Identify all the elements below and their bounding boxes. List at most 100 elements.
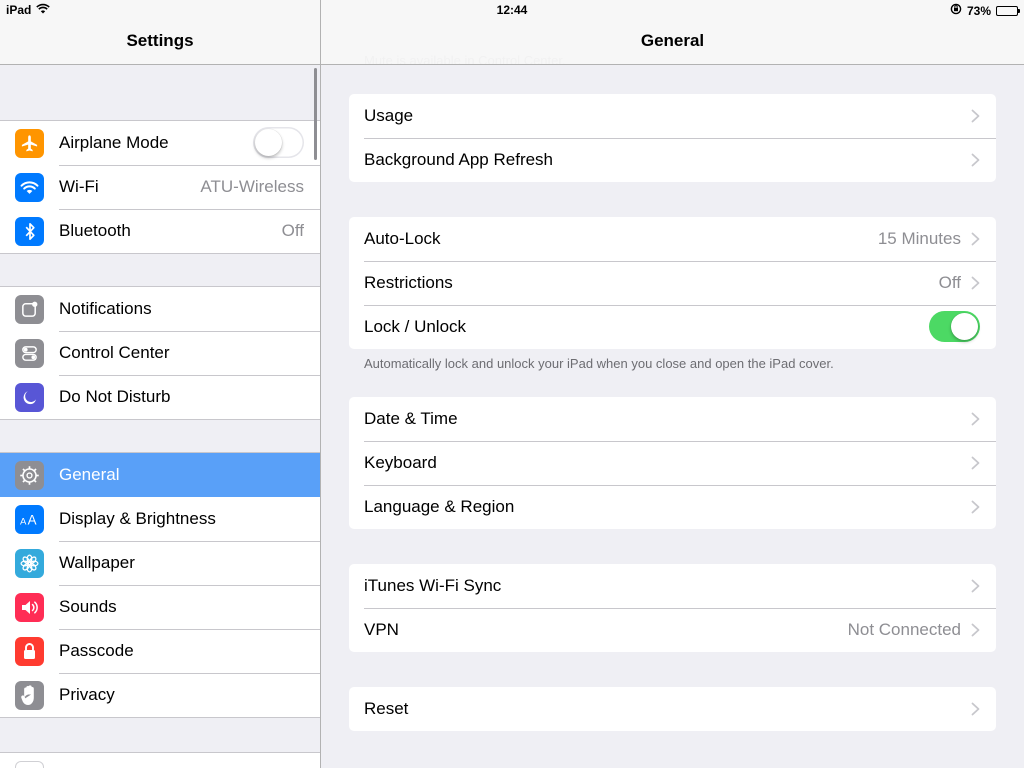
row-keyboard[interactable]: Keyboard	[349, 441, 996, 485]
sidebar-item-label: Do Not Disturb	[59, 387, 171, 406]
general-settings-group: Reset	[349, 687, 996, 731]
row-date-and-time[interactable]: Date & Time	[349, 397, 996, 441]
row-language-and-region[interactable]: Language & Region	[349, 485, 996, 529]
general-detail-pane: General Mute is available in Control Cen…	[321, 0, 1024, 768]
row-label: Background App Refresh	[364, 150, 554, 169]
wallpaper-icon	[15, 549, 44, 578]
notifications-icon	[15, 295, 44, 324]
general-settings-group: Date & Time Keyboard Language & Region	[349, 397, 996, 529]
sidebar-item-airplane-mode[interactable]: Airplane Mode	[0, 121, 320, 165]
sidebar-item-label: Wi-Fi	[59, 177, 99, 196]
chevron-right-icon	[971, 456, 980, 470]
status-time: 12:44	[496, 3, 528, 17]
sidebar-item-wi-fi[interactable]: Wi-Fi ATU-Wireless	[0, 165, 320, 209]
wifi-icon	[15, 173, 44, 202]
sidebar-item-label: Display & Brightness	[59, 509, 216, 528]
chevron-right-icon	[971, 153, 980, 167]
row-usage[interactable]: Usage	[349, 94, 996, 138]
row-reset[interactable]: Reset	[349, 687, 996, 731]
chevron-right-icon	[971, 500, 980, 514]
moon-icon	[15, 383, 44, 412]
row-value: Not Connected	[847, 620, 961, 639]
display-brightness-icon: AA	[15, 505, 44, 534]
settings-group: iCloud	[0, 752, 320, 768]
sidebar-item-label: General	[59, 465, 120, 484]
speaker-icon	[15, 593, 44, 622]
sidebar-item-control-center[interactable]: Control Center	[0, 331, 320, 375]
sidebar-item-label: Wallpaper	[59, 553, 135, 572]
settings-master-pane: Settings Airplane Mode Wi-Fi ATU-Wireless B…	[0, 0, 320, 768]
row-background-app-refresh[interactable]: Background App Refresh	[349, 138, 996, 182]
sidebar-item-label: Control Center	[59, 343, 170, 362]
row-label: VPN	[364, 620, 399, 639]
sidebar-item-label: Notifications	[59, 299, 152, 318]
battery-icon	[996, 5, 1020, 16]
toggle-knob	[951, 313, 978, 340]
hand-icon	[15, 681, 44, 710]
sidebar-item-label: Privacy	[59, 685, 115, 704]
row-value: 15 Minutes	[877, 229, 961, 248]
split-divider	[320, 0, 321, 768]
sidebar-item-value: ATU-Wireless	[200, 177, 304, 196]
chevron-right-icon	[971, 579, 980, 593]
general-settings-group: Auto-Lock 15 Minutes Restrictions Off Lock /…	[349, 217, 996, 349]
sidebar-item-privacy[interactable]: Privacy	[0, 673, 320, 717]
chevron-right-icon	[971, 702, 980, 716]
status-bar: iPad 12:44 73%	[0, 0, 1024, 20]
sidebar-item-do-not-disturb[interactable]: Do Not Disturb	[0, 375, 320, 419]
settings-group: General A A Display & Brightness Wallpaper So…	[0, 452, 320, 718]
sidebar-item-icloud[interactable]: iCloud	[0, 753, 320, 768]
settings-group: Airplane Mode Wi-Fi ATU-Wireless Bluetooth O…	[0, 120, 320, 254]
svg-text:A: A	[28, 513, 37, 527]
row-label: Usage	[364, 106, 414, 125]
chevron-right-icon	[971, 412, 980, 426]
row-label: Auto-Lock	[364, 229, 441, 248]
group-footer-text: Automatically lock and unlock your iPad …	[364, 356, 834, 371]
settings-group: Notifications Control Center Do Not Distur…	[0, 286, 320, 420]
sidebar-item-label: Airplane Mode	[59, 133, 169, 152]
sidebar-item-sounds[interactable]: Sounds	[0, 585, 320, 629]
sidebar-item-bluetooth[interactable]: Bluetooth Off	[0, 209, 320, 253]
icloud-icon	[15, 761, 44, 768]
sidebar-item-passcode[interactable]: Passcode	[0, 629, 320, 673]
airplane-mode-toggle[interactable]	[253, 127, 304, 158]
lock-unlock-toggle[interactable]	[929, 311, 980, 342]
orientation-lock-icon	[950, 3, 962, 18]
general-settings-group: Usage Background App Refresh	[349, 94, 996, 182]
sidebar-item-label: Bluetooth	[59, 221, 131, 240]
chevron-right-icon	[971, 623, 980, 637]
sidebar-item-display-and-brightness[interactable]: A A Display & Brightness	[0, 497, 320, 541]
sidebar-item-label: Passcode	[59, 641, 134, 660]
row-label: iTunes Wi-Fi Sync	[364, 576, 502, 595]
row-label: Restrictions	[364, 273, 453, 292]
bluetooth-icon	[15, 217, 44, 246]
row-label: Lock / Unlock	[364, 317, 467, 336]
row-vpn[interactable]: VPN Not Connected	[349, 608, 996, 652]
sidebar-item-general[interactable]: General	[0, 453, 320, 497]
row-value: Off	[938, 273, 961, 292]
row-auto-lock[interactable]: Auto-Lock 15 Minutes	[349, 217, 996, 261]
row-restrictions[interactable]: Restrictions Off	[349, 261, 996, 305]
sidebar-item-wallpaper[interactable]: Wallpaper	[0, 541, 320, 585]
master-scroll-indicator[interactable]	[314, 68, 317, 160]
battery-percent: 73%	[966, 3, 991, 18]
detail-title: General	[640, 31, 705, 50]
general-settings-group: iTunes Wi-Fi Sync VPN Not Connected	[349, 564, 996, 652]
row-label: Language & Region	[364, 497, 515, 516]
row-label: Keyboard	[364, 453, 437, 472]
row-lock-unlock[interactable]: Lock / Unlock	[349, 305, 996, 349]
chevron-right-icon	[971, 109, 980, 123]
sidebar-item-notifications[interactable]: Notifications	[0, 287, 320, 331]
chevron-right-icon	[971, 276, 980, 290]
row-itunes-wi-fi-sync[interactable]: iTunes Wi-Fi Sync	[349, 564, 996, 608]
chevron-right-icon	[971, 232, 980, 246]
row-label: Date & Time	[364, 409, 458, 428]
row-label: Reset	[364, 699, 409, 718]
airplane-icon	[15, 129, 44, 158]
svg-text:A: A	[20, 517, 27, 527]
lock-icon	[15, 637, 44, 666]
toggle-knob	[255, 129, 282, 156]
control-center-icon	[15, 339, 44, 368]
master-title: Settings	[126, 31, 194, 50]
sidebar-item-label: Sounds	[59, 597, 117, 616]
